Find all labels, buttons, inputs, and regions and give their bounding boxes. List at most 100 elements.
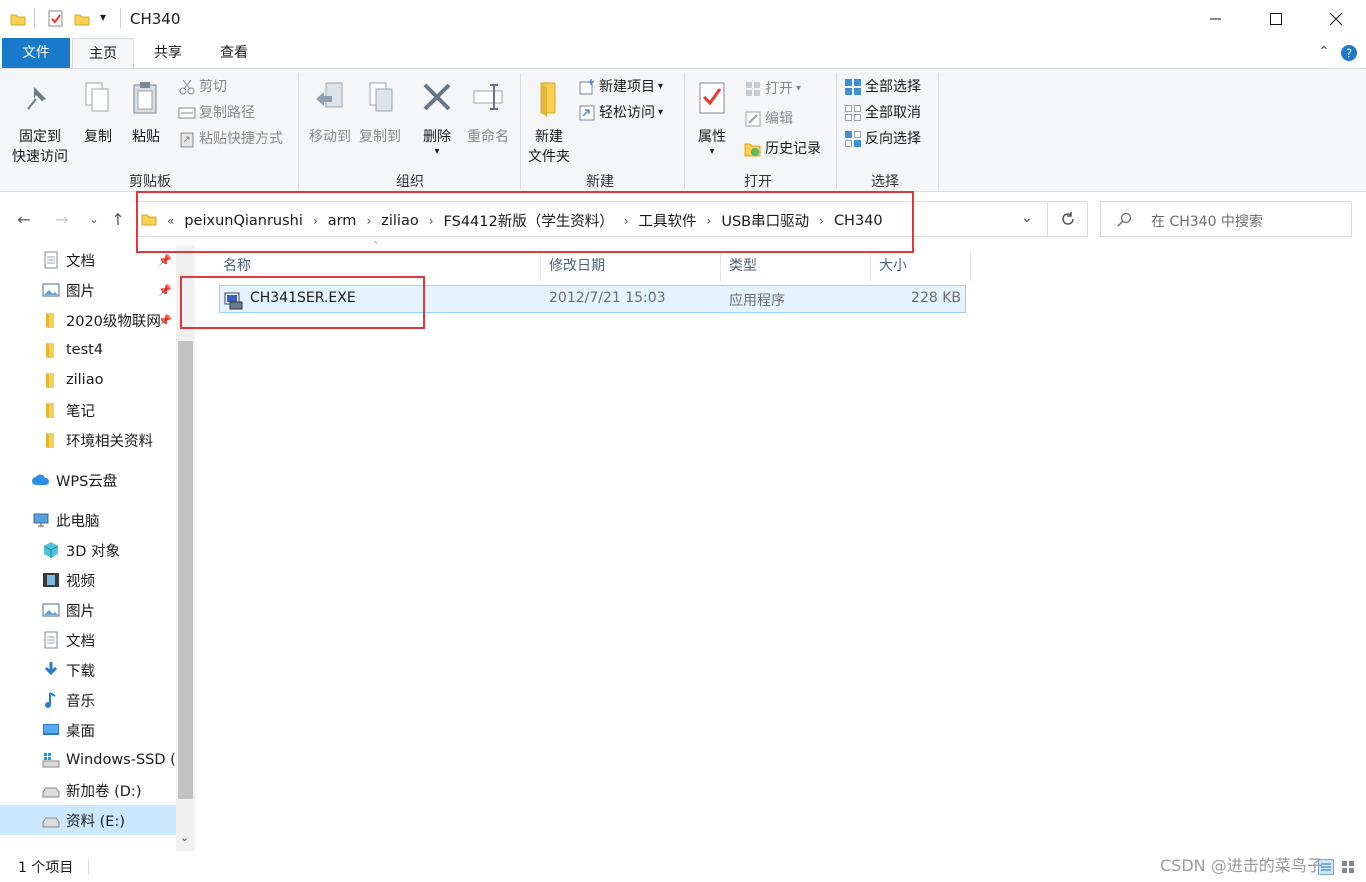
history-button[interactable]: 历史记录 [744,137,821,161]
chevron-right-icon[interactable]: › [427,214,436,228]
large-icons-view-icon[interactable] [1340,859,1356,875]
ribbon: 固定到 快速访问 复制 粘贴 剪切 复制路径 粘贴快捷方式 剪贴板 移动到 复制… [0,68,1366,192]
new-folder-icon[interactable] [74,11,90,27]
select-all-button[interactable]: 全部选择 [844,75,921,99]
select-none-button[interactable]: 全部取消 [844,101,921,125]
breadcrumb-item[interactable]: arm [320,213,365,229]
properties-dropdown-icon[interactable]: ▾ [692,147,732,157]
scroll-down-icon[interactable]: ⌄ [180,831,189,844]
file-size: 228 KB [911,290,961,306]
sidebar-item-folder[interactable]: 笔记 [0,395,176,425]
easy-access-icon [579,105,595,121]
select-none-icon [845,105,861,121]
breadcrumb-item[interactable]: 工具软件 [631,210,705,231]
arrow-up-icon: ↑ [111,209,125,229]
column-header-size[interactable]: 大小 [871,251,971,281]
refresh-button[interactable] [1048,201,1088,237]
breadcrumb-item[interactable]: ziliao [373,213,426,229]
edit-button[interactable]: 编辑 [744,107,793,131]
sidebar-item-desktop[interactable]: 桌面 [0,715,176,745]
copy-to-button[interactable]: 复制到 [354,79,406,147]
sidebar-item-documents-pinned[interactable]: 文档 📌 [0,245,176,275]
breadcrumb-item[interactable]: peixunQianrushi [176,213,311,229]
search-box[interactable]: 在 CH340 中搜索 [1100,201,1352,237]
breadcrumb-overflow[interactable]: « [165,214,176,228]
up-button[interactable]: ↑ [106,207,130,231]
breadcrumb-item[interactable]: USB串口驱动 [713,210,817,231]
sidebar-item-pictures[interactable]: 图片 [0,595,176,625]
sidebar-item-folder[interactable]: 2020级物联网 📌 [0,305,176,335]
sidebar-item-3d-objects[interactable]: 3D 对象 [0,535,176,565]
properties-icon[interactable] [48,10,64,28]
minimize-button[interactable] [1186,0,1246,38]
divider [120,8,121,28]
music-note-icon [45,692,56,708]
easy-access-button[interactable]: 轻松访问 ▾ [578,101,663,125]
collapse-ribbon-icon[interactable]: ⌃ [1318,44,1330,60]
table-row[interactable]: CH341SER.EXE 2012/7/21 15:03 应用程序 228 KB [219,285,966,313]
paste-button[interactable]: 粘贴 [126,79,166,147]
pin-quick-access-button[interactable]: 固定到 快速访问 [8,79,72,167]
sidebar-item-drive-d[interactable]: 新加卷 (D:) [0,775,176,805]
window-title: CH340 [130,10,181,28]
copy-path-button[interactable]: 复制路径 [178,101,255,125]
close-button[interactable] [1306,0,1366,38]
copy-to-label: 复制到 [359,129,401,145]
chevron-right-icon[interactable]: › [311,214,320,228]
properties-button[interactable]: 属性 ▾ [692,79,732,157]
sidebar-item-wps-cloud[interactable]: WPS云盘 [0,465,176,495]
forward-button[interactable]: → [50,207,74,231]
chevron-right-icon[interactable]: › [622,214,631,228]
group-label-new: 新建 [586,174,614,190]
sidebar-item-videos[interactable]: 视频 [0,565,176,595]
address-bar[interactable]: « peixunQianrushi › arm › ziliao › FS441… [136,201,1048,237]
tab-view[interactable]: 查看 [204,38,264,68]
column-header-name[interactable]: 名称 [215,251,541,281]
group-label-open: 打开 [744,174,772,190]
breadcrumb-item[interactable]: FS4412新版（学生资料） [436,210,622,231]
sidebar-item-documents[interactable]: 文档 [0,625,176,655]
cut-button[interactable]: 剪切 [178,75,227,99]
help-icon[interactable]: ? [1340,44,1358,62]
delete-dropdown-icon[interactable]: ▾ [416,147,458,157]
cube-icon [43,542,59,558]
open-button[interactable]: 打开 ▾ [744,77,801,101]
tab-share[interactable]: 共享 [138,38,198,68]
sidebar-item-this-pc[interactable]: 此电脑 [0,505,176,535]
sidebar-item-downloads[interactable]: 下载 [0,655,176,685]
tab-home[interactable]: 主页 [72,38,134,68]
sidebar-item-pictures-pinned[interactable]: 图片 📌 [0,275,176,305]
arrow-left-icon: ← [17,209,31,229]
sidebar-item-music[interactable]: 音乐 [0,685,176,715]
column-header-type[interactable]: 类型 [721,251,871,281]
sidebar-item-label: 文档 [66,253,95,270]
navigation-bar: ← → ⌄ ↑ « peixunQianrushi › arm › ziliao… [0,193,1366,245]
back-button[interactable]: ← [12,207,36,231]
sidebar-item-drive-e[interactable]: 资料 (E:) [0,805,176,835]
recent-locations-button[interactable]: ⌄ [82,207,106,231]
breadcrumb-item[interactable]: CH340 [826,213,891,229]
sidebar-item-folder[interactable]: 环境相关资料 [0,425,176,455]
sidebar-item-drive-c[interactable]: Windows-SSD ( [0,745,176,775]
sidebar-item-folder[interactable]: test4 [0,335,176,365]
address-dropdown-icon[interactable]: ⌄ [1021,210,1033,226]
column-header-modified[interactable]: 修改日期 [541,251,721,281]
new-folder-button[interactable]: 新建 文件夹 [524,79,574,167]
invert-selection-button[interactable]: 反向选择 [844,127,921,151]
sidebar-item-folder[interactable]: ziliao [0,365,176,395]
maximize-button[interactable] [1246,0,1306,38]
scrollbar-thumb[interactable] [178,341,193,799]
tab-file[interactable]: 文件 [2,38,70,68]
rename-button[interactable]: 重命名 [464,79,512,147]
sidebar-scrollbar[interactable]: ⌄ [176,245,195,851]
copy-button[interactable]: 复制 [78,79,118,147]
group-separator [520,73,521,189]
chevron-right-icon[interactable]: › [364,214,373,228]
move-to-button[interactable]: 移动到 [304,79,356,147]
chevron-right-icon[interactable]: › [817,214,826,228]
paste-shortcut-button[interactable]: 粘贴快捷方式 [178,127,283,151]
quick-access-dropdown-icon[interactable]: ▾ [100,10,106,24]
chevron-right-icon[interactable]: › [705,214,714,228]
new-item-button[interactable]: 新建项目 ▾ [578,75,663,99]
delete-button[interactable]: 删除 ▾ [416,79,458,157]
